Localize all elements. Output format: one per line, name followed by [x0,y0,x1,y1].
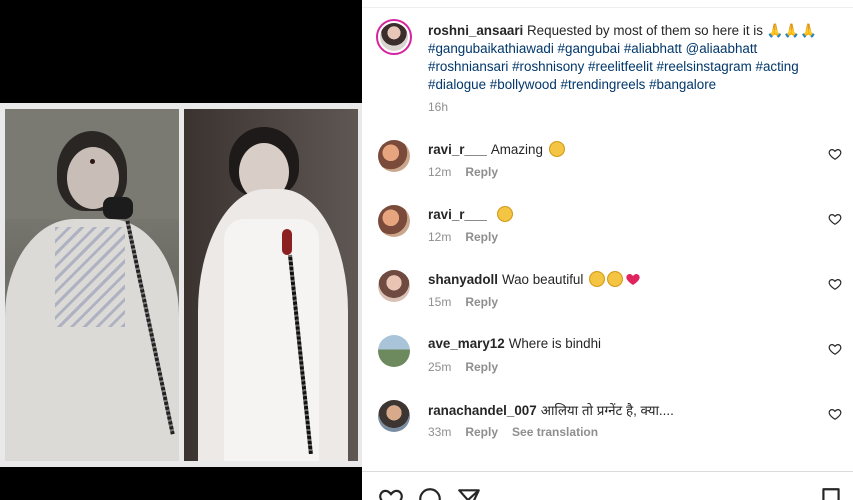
like-heart-icon[interactable] [378,486,404,500]
heart-eyes-emoji-icon [496,206,513,222]
reply-button[interactable]: Reply [465,360,498,374]
comment-username[interactable]: ranachandel_007 [428,403,537,418]
post-time[interactable]: 16h [428,100,448,114]
caption-emoji: 🙏🙏🙏 [766,23,817,38]
heart-icon[interactable] [828,212,842,226]
comment-icon[interactable] [417,486,443,500]
comment-avatar[interactable] [378,270,410,302]
comment-meta: 12m Reply [428,230,512,244]
heart-icon[interactable] [828,342,842,356]
caption-hashtags-3[interactable]: #dialogue #bollywood #trendingreels #ban… [428,77,716,92]
comment-text: Where is bindhi [508,336,601,351]
comment-meta: 12m Reply [428,165,512,179]
video-panel-right [184,109,358,461]
comment-avatar[interactable] [378,400,410,432]
comment-time[interactable]: 15m [428,295,451,309]
comment-item: ave_mary12 Where is bindhi 25m Reply [362,335,853,395]
comment-username[interactable]: ravi_r___ [428,207,487,222]
comment-meta: 25m Reply [428,360,512,374]
bookmark-icon[interactable] [818,486,844,500]
comment-time[interactable]: 12m [428,230,451,244]
caption-username[interactable]: roshni_ansaari [428,23,523,38]
caption-text: Requested by most of them so here it is [527,23,763,38]
divider [362,471,853,472]
comment-body: ravi_r___ [428,206,513,222]
comment-time[interactable]: 33m [428,425,451,439]
heart-icon[interactable] [828,407,842,421]
heart-icon[interactable] [828,147,842,161]
comment-body: ave_mary12 Where is bindhi [428,336,601,351]
post-details: roshni_ansaari Requested by most of them… [362,0,853,500]
comment-item: ravi_r___ 12m Reply [362,205,853,265]
comment-username[interactable]: shanyadoll [428,272,498,287]
comment-meta: 15m Reply [428,295,512,309]
video-panel-left [5,109,179,461]
divider [362,7,853,8]
author-avatar[interactable] [376,19,412,55]
comment-body: ranachandel_007 आलिया तो प्रग्नेंट है, क्… [428,401,674,419]
comment-body: ravi_r___ Amazing [428,141,565,157]
reply-button[interactable]: Reply [465,425,498,439]
comment-body: shanyadoll Wao beautiful [428,271,641,287]
kiss-emoji-icon [607,271,624,287]
video-frame [0,103,362,467]
comment-avatar[interactable] [378,205,410,237]
comment-text: Wao beautiful [501,272,584,287]
comment-item: ravi_r___ Amazing 12m Reply [362,140,853,200]
post-caption: roshni_ansaari Requested by most of them… [428,22,838,94]
share-icon[interactable] [456,486,482,500]
comment-avatar[interactable] [378,140,410,172]
post-media[interactable] [0,0,362,500]
action-bar [362,486,853,500]
comment-text: आलिया तो प्रग्नेंट है, क्या.... [540,403,674,418]
red-heart-emoji-icon [626,274,640,285]
reply-button[interactable]: Reply [465,165,498,179]
comment-item: ranachandel_007 आलिया तो प्रग्नेंट है, क्… [362,400,853,460]
reply-button[interactable]: Reply [465,295,498,309]
caption-hashtags-1[interactable]: #gangubaikathiawadi #gangubai #aliabhatt… [428,41,757,56]
comment-username[interactable]: ravi_r___ [428,142,487,157]
smile-emoji-icon [589,271,606,287]
caption-hashtags-2[interactable]: #roshniansari #roshnisony #reelitfeelit … [428,59,799,74]
comment-text: Amazing [490,142,543,157]
comment-meta: 33m Reply See translation [428,425,612,439]
clap-emoji-icon [548,141,565,157]
comment-username[interactable]: ave_mary12 [428,336,505,351]
comment-time[interactable]: 25m [428,360,451,374]
comment-avatar[interactable] [378,335,410,367]
see-translation-button[interactable]: See translation [512,425,598,439]
reply-button[interactable]: Reply [465,230,498,244]
comment-time[interactable]: 12m [428,165,451,179]
heart-icon[interactable] [828,277,842,291]
comment-item: shanyadoll Wao beautiful 15m Reply [362,270,853,330]
